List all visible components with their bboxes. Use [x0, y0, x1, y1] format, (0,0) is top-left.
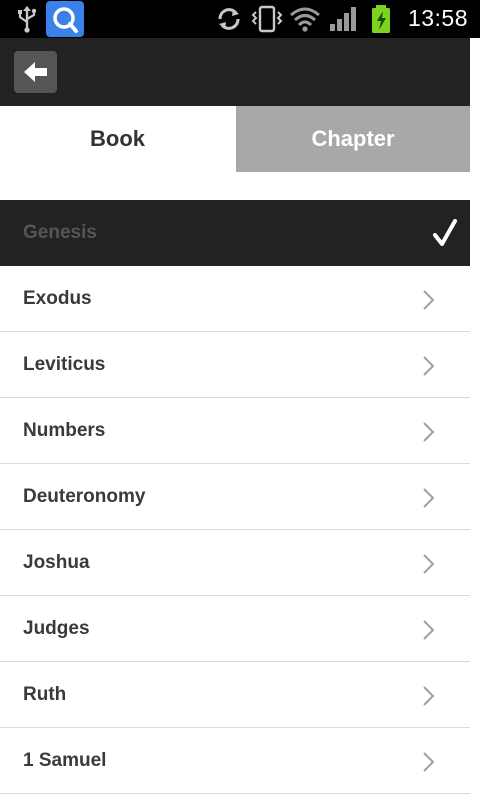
book-name: Joshua: [23, 552, 90, 573]
wifi-icon: [290, 7, 320, 32]
book-name: Leviticus: [23, 354, 106, 375]
chevron-right-icon: [423, 488, 435, 508]
search-app-icon: [46, 1, 84, 37]
book-name: Exodus: [23, 288, 92, 309]
chevron-right-icon: [423, 290, 435, 310]
book-row-judges[interactable]: Judges: [0, 596, 470, 662]
sync-icon: [218, 8, 240, 30]
book-name: Ruth: [23, 684, 67, 705]
status-time: 13:58: [407, 5, 468, 31]
back-button[interactable]: [14, 51, 57, 93]
book-name: Judges: [23, 618, 90, 639]
book-row-leviticus[interactable]: Leviticus: [0, 332, 470, 398]
book-name: 1 Samuel: [23, 750, 107, 771]
vibrate-icon: [251, 5, 283, 33]
book-row-1-samuel[interactable]: 1 Samuel: [0, 728, 470, 794]
tab-book-label: Book: [90, 126, 145, 151]
back-arrow-icon: [24, 62, 47, 82]
tab-book[interactable]: Book: [0, 106, 235, 172]
book-row-numbers[interactable]: Numbers: [0, 398, 470, 464]
book-name: Numbers: [23, 420, 106, 441]
chevron-right-icon: [423, 752, 435, 772]
tab-bar: Book Chapter: [0, 106, 470, 172]
action-bar: [0, 38, 470, 106]
chevron-right-icon: [423, 356, 435, 376]
chevron-right-icon: [423, 554, 435, 574]
book-row-genesis[interactable]: Genesis: [0, 200, 470, 266]
chevron-right-icon: [423, 620, 435, 640]
book-row-joshua[interactable]: Joshua: [0, 530, 470, 596]
battery-charging-icon: [372, 5, 390, 33]
tab-chapter-label: Chapter: [311, 126, 395, 151]
book-row-deuteronomy[interactable]: Deuteronomy: [0, 464, 470, 530]
book-name: Deuteronomy: [23, 486, 146, 507]
checkmark-icon: [433, 219, 457, 246]
tab-chapter[interactable]: Chapter: [236, 106, 470, 172]
book-name: Genesis: [23, 222, 97, 243]
book-row-exodus[interactable]: Exodus: [0, 266, 470, 332]
book-row-ruth[interactable]: Ruth: [0, 662, 470, 728]
chevron-right-icon: [423, 686, 435, 706]
book-list: Genesis Exodus Leviticus Numbers Deutero…: [0, 200, 470, 794]
usb-icon: [18, 6, 37, 33]
status-bar: 13:58: [0, 0, 480, 38]
signal-icon: [330, 7, 356, 31]
chevron-right-icon: [423, 422, 435, 442]
